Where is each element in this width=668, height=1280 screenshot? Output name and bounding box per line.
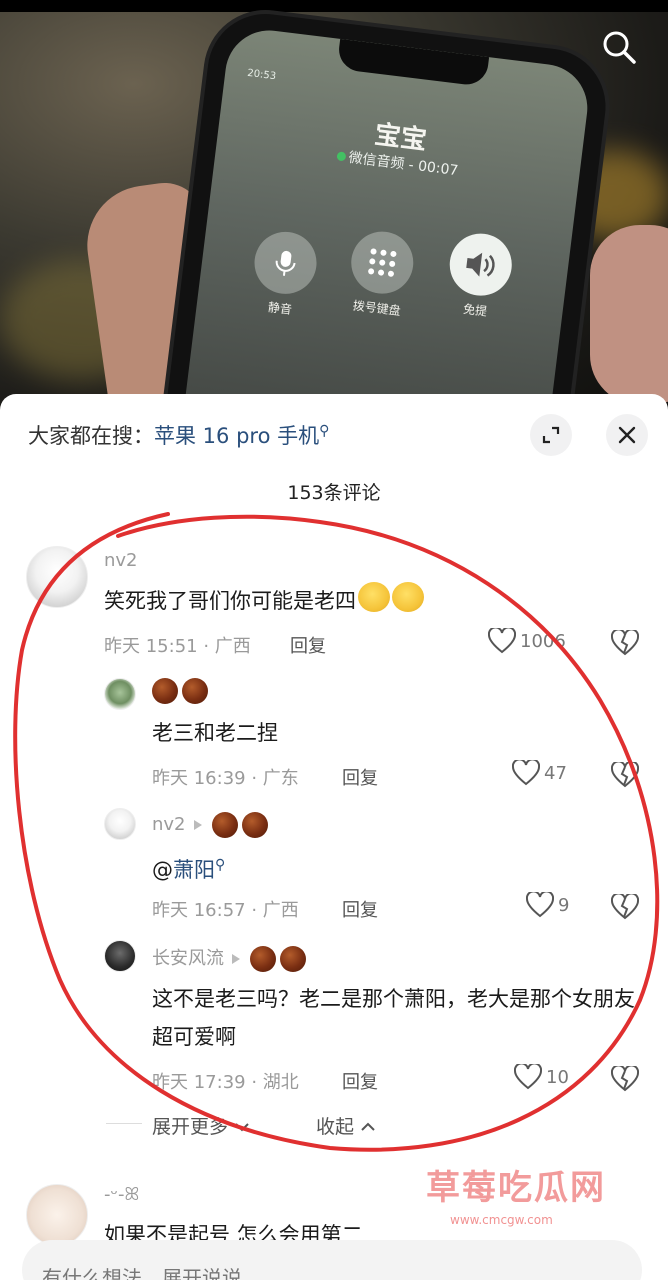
- reply-username[interactable]: nv2: [152, 812, 272, 838]
- like-button[interactable]: 9: [526, 892, 569, 918]
- reply-arrow-icon: [232, 954, 240, 964]
- hot-search-prefix: 大家都在搜：: [28, 424, 154, 448]
- speaker-icon: [446, 230, 516, 300]
- reply-text: 老三和老二捏: [152, 721, 278, 745]
- like-count: 9: [558, 894, 570, 916]
- laughing-emoji-icon: [358, 582, 390, 612]
- dislike-button[interactable]: [610, 1064, 640, 1094]
- watermark-url: www.cmcgw.com: [450, 1213, 553, 1227]
- chestnut-icon: [250, 946, 276, 972]
- heart-icon: [512, 760, 540, 786]
- comment-meta: 昨天 15:51 · 广西: [104, 636, 251, 657]
- collapse-label: 收起: [316, 1116, 355, 1138]
- comment-username[interactable]: nv2: [104, 550, 138, 571]
- avatar[interactable]: [104, 940, 136, 972]
- avatar[interactable]: [26, 1184, 88, 1246]
- broken-heart-icon: [611, 762, 639, 788]
- chevron-up-icon: [361, 1122, 375, 1131]
- expand-more-button[interactable]: 展开更多: [152, 1112, 250, 1139]
- video-player[interactable]: 20:53 宝宝 微信音频 - 00:07 静音 拨号键盘 免提: [0, 0, 668, 420]
- reply-arrow-icon: [193, 820, 202, 830]
- search-icon[interactable]: [598, 26, 640, 68]
- phone-screen: 20:53 宝宝 微信音频 - 00:07 静音 拨号键盘 免提: [175, 25, 593, 420]
- reply-username-text: nv2: [152, 814, 186, 835]
- like-button[interactable]: 47: [512, 760, 567, 786]
- reply-text: 这不是老三吗？老二是那个萧阳，老大是那个女朋友超可爱啊: [152, 987, 635, 1049]
- search-small-icon: ⚲: [319, 423, 330, 439]
- like-button[interactable]: 1006: [488, 628, 566, 654]
- collapse-button[interactable]: 收起: [316, 1112, 376, 1139]
- hot-search-bar[interactable]: 大家都在搜：苹果 16 pro 手机⚲: [28, 420, 329, 450]
- avatar[interactable]: [26, 546, 88, 608]
- expand-icon: [542, 426, 560, 444]
- chestnut-icon: [182, 678, 208, 704]
- chestnut-icon: [211, 812, 238, 838]
- speaker-label: 免提: [462, 301, 488, 319]
- broken-heart-icon: [611, 894, 639, 920]
- avatar[interactable]: [104, 808, 136, 840]
- chestnut-icon: [152, 678, 178, 704]
- wechat-dot-icon: [336, 151, 347, 162]
- reply-username[interactable]: 长安风流: [152, 944, 310, 972]
- status-bar: [0, 0, 668, 12]
- reply-button[interactable]: 回复: [342, 764, 378, 790]
- chestnut-icon: [280, 946, 306, 972]
- like-count: 1006: [520, 630, 566, 652]
- fullscreen-button[interactable]: [530, 414, 572, 456]
- phone-notch: [336, 38, 490, 87]
- divider: [106, 1123, 142, 1124]
- like-count: 47: [544, 762, 567, 784]
- like-button[interactable]: 10: [514, 1064, 569, 1090]
- comment-sheet: 大家都在搜：苹果 16 pro 手机⚲ 153条评论 nv2 笑死我了哥们你可能…: [0, 394, 668, 1280]
- laughing-emoji-icon: [392, 582, 424, 612]
- chestnut-icon: [241, 812, 268, 838]
- heart-icon: [514, 1064, 542, 1090]
- keypad-label: 拨号键盘: [351, 298, 402, 319]
- close-icon: [618, 426, 636, 444]
- comment-username[interactable]: -ᵕ-ꕤ: [104, 1184, 139, 1205]
- watermark: 草莓吃瓜网: [426, 1168, 606, 1208]
- reply-meta: 昨天 16:57 · 广西: [152, 900, 299, 921]
- keypad-icon: [347, 228, 417, 298]
- comment-text: 笑死我了哥们你可能是老四: [104, 582, 424, 620]
- chevron-down-icon: [235, 1123, 249, 1132]
- search-small-icon: ⚲: [215, 857, 226, 873]
- mute-label: 静音: [267, 300, 293, 317]
- dislike-button[interactable]: [610, 892, 640, 922]
- dislike-button[interactable]: [610, 760, 640, 790]
- reply-meta: 昨天 17:39 · 湖北: [152, 1072, 299, 1093]
- dislike-button[interactable]: [610, 628, 640, 658]
- heart-icon: [526, 892, 554, 918]
- like-count: 10: [546, 1066, 569, 1088]
- hot-search-keyword[interactable]: 苹果 16 pro 手机: [154, 424, 319, 448]
- broken-heart-icon: [611, 1066, 639, 1092]
- reply-username-text: 长安风流: [152, 948, 224, 969]
- phone-in-video: 20:53 宝宝 微信音频 - 00:07 静音 拨号键盘 免提: [157, 7, 613, 420]
- mention-prefix: @: [152, 858, 173, 882]
- hand: [590, 225, 668, 405]
- reply-button[interactable]: 回复: [342, 1068, 378, 1094]
- comment-text-body: 笑死我了哥们你可能是老四: [104, 589, 356, 613]
- broken-heart-icon: [611, 630, 639, 656]
- close-button[interactable]: [606, 414, 648, 456]
- comment-input-placeholder: 有什么想法，展开说说: [42, 1266, 242, 1280]
- reply-username[interactable]: [152, 678, 212, 704]
- heart-icon: [488, 628, 516, 654]
- reply-meta: 昨天 16:39 · 广东: [152, 768, 299, 789]
- reply-button[interactable]: 回复: [342, 896, 378, 922]
- reply-button[interactable]: 回复: [290, 632, 326, 658]
- comment-count: 153条评论: [287, 482, 381, 504]
- comment-input[interactable]: 有什么想法，展开说说: [22, 1240, 642, 1280]
- mention-name: 萧阳: [173, 858, 215, 882]
- avatar[interactable]: [104, 678, 136, 710]
- reply-text: @萧阳⚲: [152, 846, 225, 889]
- microphone-icon: [250, 228, 321, 298]
- mention-link[interactable]: 萧阳⚲: [173, 857, 226, 882]
- phone-status-time: 20:53: [246, 67, 277, 83]
- expand-more-label: 展开更多: [152, 1116, 229, 1138]
